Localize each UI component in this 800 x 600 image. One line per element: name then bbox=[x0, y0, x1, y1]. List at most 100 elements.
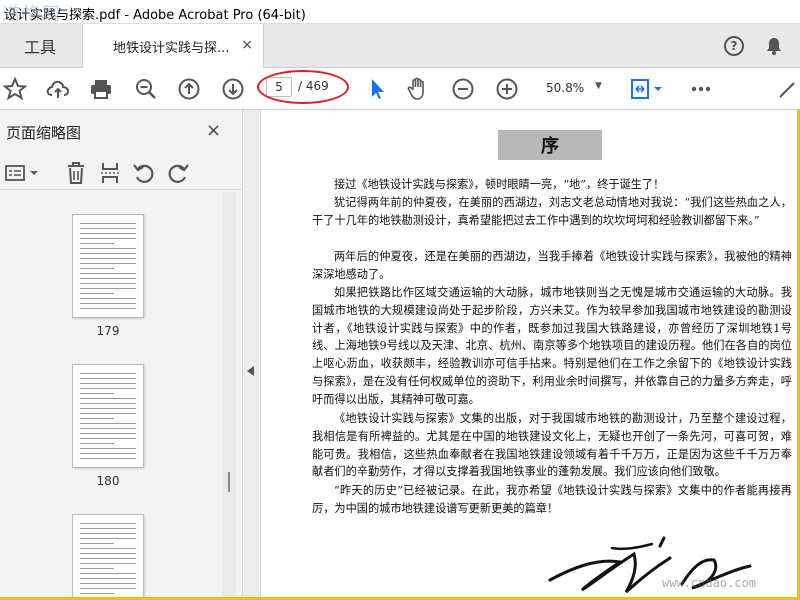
thumbnail-text-line bbox=[80, 448, 136, 449]
thumbnail-text-line bbox=[80, 433, 136, 434]
panel-close-icon[interactable]: × bbox=[206, 120, 221, 141]
more-options-icon[interactable] bbox=[688, 76, 714, 102]
thumbnail-page[interactable] bbox=[72, 214, 144, 318]
rotate-ccw-icon[interactable] bbox=[131, 160, 157, 186]
thumbnail-text-line bbox=[80, 278, 136, 279]
thumbnail-options-icon[interactable] bbox=[4, 160, 42, 186]
thumbnail-text-line bbox=[80, 308, 136, 309]
thumbnail-text-line bbox=[80, 408, 136, 409]
hand-tool-icon[interactable] bbox=[405, 76, 431, 102]
tab-bar: 工具 地铁设计实践与探... × bbox=[0, 24, 800, 69]
thumbnail-text-line bbox=[80, 413, 136, 414]
thumbnail-text-line bbox=[80, 243, 114, 244]
thumbnail-text-line bbox=[80, 293, 114, 294]
zoom-dropdown[interactable]: 50.8% ▼ bbox=[540, 80, 610, 98]
paragraph: 接过《地铁设计实践与探索》，顿时眼睛一亮，“地”，终于诞生了！ bbox=[334, 178, 665, 191]
zoom-in-icon[interactable] bbox=[494, 76, 520, 102]
highlight-ellipse bbox=[257, 70, 349, 104]
rotate-cw-icon[interactable] bbox=[165, 160, 191, 186]
thumbnail-text-line bbox=[80, 273, 136, 274]
print-icon[interactable] bbox=[88, 76, 114, 102]
thumbnail-text-line bbox=[80, 538, 136, 539]
thumbnail-text-line bbox=[80, 443, 114, 444]
paragraph: 《地铁设计实践与探索》文集的出版，对于我国城市地铁的勘测设计，乃至整个建设过程，… bbox=[312, 412, 792, 479]
notification-bell-icon[interactable] bbox=[764, 36, 784, 56]
thumbnail-text-line bbox=[80, 388, 136, 389]
thumbnail-text-line bbox=[80, 373, 136, 374]
thumbnail-panel: 页面缩略图 × 179 180 bbox=[0, 110, 243, 597]
thumbnail-text-line bbox=[80, 533, 136, 534]
tab-document-label: 地铁设计实践与探... bbox=[113, 41, 230, 56]
zoom-value: 50.8% bbox=[546, 81, 585, 95]
thumbnail-text-line bbox=[80, 268, 114, 269]
thumbnail-text-line bbox=[80, 583, 136, 584]
thumbnail-text-line bbox=[80, 378, 136, 379]
thumbnail-text-line bbox=[80, 403, 136, 404]
select-cursor-icon[interactable] bbox=[364, 76, 390, 102]
delete-page-icon[interactable] bbox=[63, 160, 89, 186]
thumbnail-text-line bbox=[80, 228, 136, 229]
document-view: 序 接过《地铁设计实践与探索》，顿时眼睛一亮，“地”，终于诞生了！ 犹记得两年前… bbox=[262, 110, 797, 597]
thumbnail-text-line bbox=[80, 253, 136, 254]
thumbnail-page[interactable] bbox=[72, 364, 144, 468]
help-icon[interactable]: ? bbox=[724, 36, 744, 56]
thumbnail-text-line bbox=[80, 458, 136, 459]
thumbnail-text-line bbox=[80, 438, 136, 439]
page-heading: 序 bbox=[498, 130, 602, 160]
panel-scrollbar[interactable] bbox=[222, 192, 236, 597]
cloud-upload-icon[interactable] bbox=[45, 76, 71, 102]
collapse-arrow-icon[interactable] bbox=[247, 366, 254, 376]
panel-resize-grip[interactable] bbox=[228, 472, 230, 492]
thumbnail-text-line bbox=[80, 593, 114, 594]
thumbnail-list: 179 180 bbox=[0, 192, 222, 597]
thumbnail-text-line bbox=[80, 553, 136, 554]
paragraph: 如果把铁路比作区域交通运输的大动脉，城市地铁则当之无愧是城市交通运输的大动脉。我… bbox=[312, 286, 792, 406]
thumbnail-label: 180 bbox=[96, 474, 120, 488]
tab-tools[interactable]: 工具 bbox=[0, 24, 80, 68]
thumbnail-text-line bbox=[80, 423, 136, 424]
thumbnail-text-line bbox=[80, 588, 136, 589]
panel-collapse-strip[interactable] bbox=[243, 110, 261, 597]
thumbnail-text-line bbox=[80, 238, 136, 239]
panel-title: 页面缩略图 bbox=[6, 124, 82, 142]
thumbnail-text-line bbox=[80, 383, 136, 384]
sign-pen-icon[interactable] bbox=[776, 76, 796, 102]
bookmark-star-icon[interactable] bbox=[2, 76, 28, 102]
thumbnail-text-line bbox=[80, 223, 136, 224]
title-bar: 设计实践与探索.pdf - Adobe Acrobat Pro (64-bit)… bbox=[0, 0, 800, 25]
previous-page-icon[interactable] bbox=[176, 76, 202, 102]
thumbnail-text-line bbox=[80, 418, 114, 419]
paragraph: “昨天的历史”已经被记录。在此，我亦希望《地铁设计实践与探索》文集中的作者能再接… bbox=[312, 484, 792, 515]
thumbnail-text-line bbox=[80, 568, 114, 569]
thumbnail-text-line bbox=[80, 428, 136, 429]
zoom-out-icon[interactable] bbox=[450, 76, 476, 102]
thumbnail-text-line bbox=[80, 563, 136, 564]
thumbnail-text-line bbox=[80, 578, 136, 579]
thumbnail-text-line bbox=[80, 393, 114, 394]
paragraph: 犹记得两年前的仲夏夜，在美丽的西湖边，刘志文老总动情地对我说：“我们这些热血之人… bbox=[312, 196, 792, 227]
fit-page-icon[interactable] bbox=[630, 76, 666, 102]
next-page-icon[interactable] bbox=[220, 76, 246, 102]
thumbnail-text-line bbox=[80, 283, 136, 284]
chevron-down-icon: ▼ bbox=[595, 81, 602, 91]
thumbnail-text-line bbox=[80, 298, 136, 299]
thumbnail-label: 179 bbox=[96, 324, 120, 338]
thumbnail-text-line bbox=[80, 523, 136, 524]
watermark-url: www.cndao.com bbox=[662, 576, 756, 590]
thumbnail-text-line bbox=[80, 248, 136, 249]
thumbnail-page[interactable] bbox=[72, 514, 144, 597]
thumbnail-text-line bbox=[80, 258, 136, 259]
thumbnail-text-line bbox=[80, 528, 136, 529]
panel-toolbar bbox=[0, 156, 243, 190]
thumbnail-text-line bbox=[80, 233, 136, 234]
tab-close-icon[interactable]: × bbox=[241, 37, 253, 53]
tab-document[interactable]: 地铁设计实践与探... × bbox=[82, 24, 264, 69]
thumbnail-text-line bbox=[80, 543, 114, 544]
zoom-search-icon[interactable] bbox=[133, 76, 159, 102]
thumbnail-text-line bbox=[80, 263, 136, 264]
main-toolbar bbox=[0, 68, 800, 110]
split-page-icon[interactable] bbox=[97, 160, 123, 186]
thumbnail-text-line bbox=[80, 548, 136, 549]
watermark-logo: 道格网 bbox=[2, 4, 62, 25]
thumbnail-text-line bbox=[80, 453, 136, 454]
